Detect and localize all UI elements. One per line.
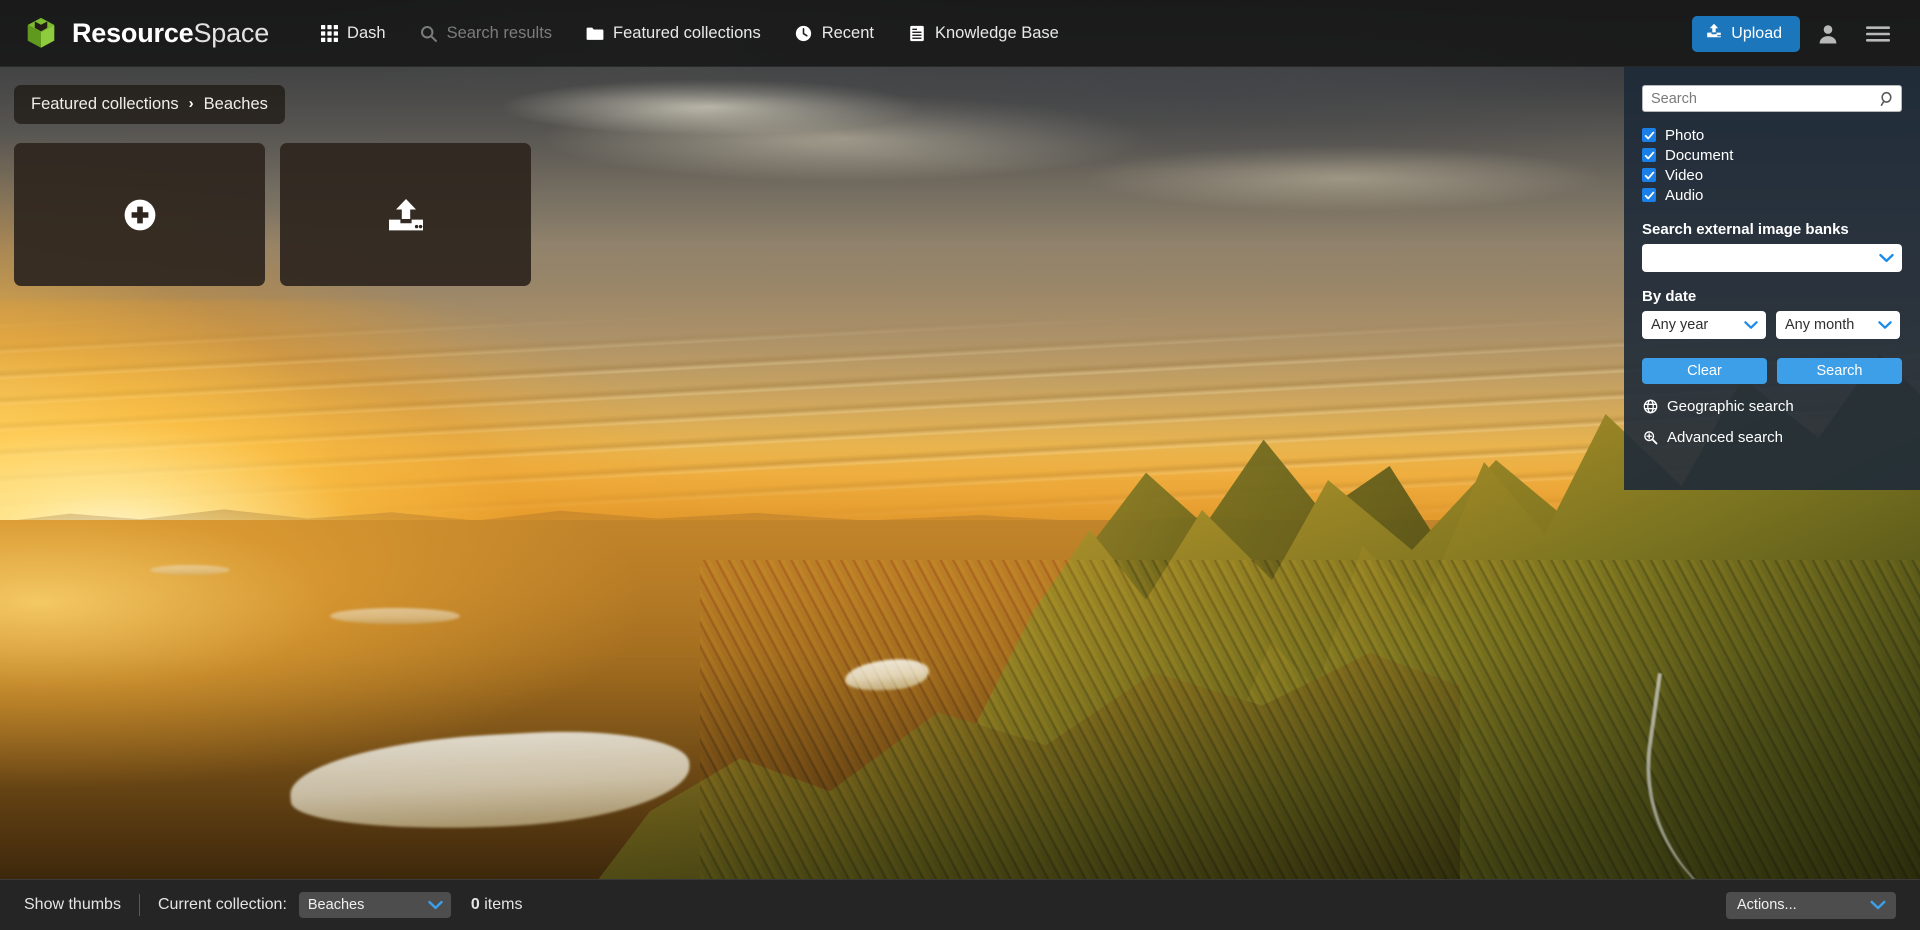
distant-water-1 — [150, 565, 230, 575]
year-select-value: Any year — [1651, 317, 1709, 333]
geographic-search-label: Geographic search — [1667, 398, 1794, 415]
item-count-unit: items — [484, 896, 523, 913]
top-header-bar: ResourceSpace Dash Search results Featur… — [0, 0, 1920, 67]
checkmark-icon — [1642, 168, 1656, 182]
checkbox-row-photo[interactable]: Photo — [1642, 125, 1902, 145]
globe-icon — [1642, 399, 1658, 414]
brand-name: ResourceSpace — [72, 18, 269, 49]
create-collection-tile[interactable] — [14, 143, 265, 286]
chevron-right-icon: › — [188, 95, 194, 112]
year-select[interactable]: Any year — [1642, 311, 1766, 339]
nav-label-knowledge-base: Knowledge Base — [934, 24, 1059, 42]
month-select[interactable]: Any month — [1776, 311, 1900, 339]
search-button[interactable]: Search — [1777, 358, 1902, 384]
plus-circle-icon — [123, 198, 157, 232]
upload-to-collection-tile[interactable] — [280, 143, 531, 286]
search-icon[interactable] — [1880, 91, 1895, 106]
brand-logo-link[interactable]: ResourceSpace — [22, 0, 269, 67]
nav-label-dash: Dash — [347, 24, 386, 42]
user-icon[interactable] — [1806, 12, 1850, 56]
item-count: 0 items — [471, 896, 523, 914]
checkmark-icon — [1642, 188, 1656, 202]
search-input[interactable] — [1642, 85, 1902, 112]
advanced-search-label: Advanced search — [1667, 429, 1783, 446]
nav-item-knowledge-base[interactable]: Knowledge Base — [891, 0, 1076, 67]
upload-button-label: Upload — [1731, 24, 1782, 42]
checkbox-row-audio[interactable]: Audio — [1642, 185, 1902, 205]
chevron-down-icon — [428, 900, 443, 910]
month-select-value: Any month — [1785, 317, 1855, 333]
collection-tiles — [14, 143, 531, 286]
upload-tray-icon — [386, 195, 426, 235]
advanced-search-link[interactable]: Advanced search — [1642, 429, 1902, 446]
nav-item-featured-collections[interactable]: Featured collections — [569, 0, 778, 67]
header-actions: Upload — [1692, 0, 1900, 67]
search-icon — [420, 25, 438, 43]
book-icon — [908, 25, 926, 43]
search-action-buttons: Clear Search — [1642, 358, 1902, 384]
search-field-row — [1642, 85, 1902, 112]
folder-icon — [586, 25, 604, 43]
current-collection-select[interactable]: Beaches — [298, 892, 451, 918]
chevron-down-icon — [1879, 253, 1894, 263]
checkbox-label-video: Video — [1665, 166, 1704, 184]
chevron-down-icon — [1870, 900, 1886, 910]
geographic-search-link[interactable]: Geographic search — [1642, 398, 1902, 415]
hamburger-icon[interactable] — [1856, 12, 1900, 56]
toolbar-divider — [138, 894, 140, 916]
breadcrumb: Featured collections › Beaches — [14, 85, 285, 124]
resource-type-checklist: Photo Document Video Audio — [1642, 125, 1902, 205]
by-date-label: By date — [1642, 288, 1697, 305]
checkbox-row-video[interactable]: Video — [1642, 165, 1902, 185]
date-filter-row: Any year Any month — [1642, 311, 1902, 339]
clear-button[interactable]: Clear — [1642, 358, 1767, 384]
external-image-banks-select[interactable] — [1642, 244, 1902, 272]
brand-name-bold: Resource — [72, 18, 194, 48]
nav-label-search-results: Search results — [446, 24, 553, 42]
current-collection-value: Beaches — [307, 897, 365, 913]
upload-button[interactable]: Upload — [1692, 15, 1800, 52]
checkmark-icon — [1642, 148, 1656, 162]
nav-label-recent: Recent — [821, 24, 874, 42]
zoom-in-icon — [1642, 430, 1658, 445]
brand-name-light: Space — [193, 18, 270, 48]
external-image-banks-label: Search external image banks — [1642, 221, 1849, 238]
checkbox-label-photo: Photo — [1665, 126, 1705, 144]
bottom-toolbar: Show thumbs Current collection: Beaches … — [0, 879, 1920, 930]
show-thumbs-toggle[interactable]: Show thumbs — [24, 896, 121, 914]
checkbox-label-audio: Audio — [1665, 186, 1704, 204]
upload-icon — [1706, 23, 1722, 44]
item-count-number: 0 — [470, 896, 480, 913]
current-collection-label: Current collection: — [157, 896, 287, 913]
nav-item-recent[interactable]: Recent — [778, 0, 891, 67]
main-navigation: Dash Search results Featured collections — [303, 0, 1076, 67]
resourcespace-app: ResourceSpace Dash Search results Featur… — [0, 0, 1920, 930]
actions-select-value: Actions... — [1737, 897, 1797, 913]
nav-item-dash[interactable]: Dash — [303, 0, 403, 67]
distant-water-2 — [330, 608, 460, 624]
clock-icon — [795, 25, 813, 43]
nav-item-search-results[interactable]: Search results — [403, 0, 569, 67]
nav-label-featured-collections: Featured collections — [613, 24, 761, 42]
breadcrumb-item-beaches[interactable]: Beaches — [204, 95, 268, 114]
grid-icon — [320, 25, 338, 43]
chevron-down-icon — [1744, 321, 1758, 330]
search-panel: Photo Document Video — [1624, 67, 1920, 490]
chevron-down-icon — [1878, 321, 1892, 330]
checkmark-icon — [1642, 128, 1656, 142]
actions-select[interactable]: Actions... — [1726, 891, 1896, 919]
breadcrumb-item-featured-collections[interactable]: Featured collections — [31, 95, 179, 114]
cube-logo-icon — [22, 15, 60, 53]
checkbox-row-document[interactable]: Document — [1642, 145, 1902, 165]
checkbox-label-document: Document — [1665, 146, 1734, 164]
